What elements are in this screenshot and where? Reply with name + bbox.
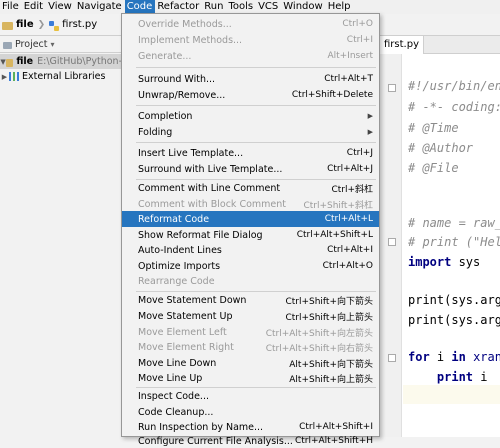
- menu-item-move-statement-up[interactable]: Move Statement Up Ctrl+Shift+向上箭头: [122, 308, 379, 324]
- code-line-2: # -*- coding:: [408, 100, 500, 114]
- menu-item-block-comment[interactable]: Comment with Block Comment Ctrl+Shift+斜杠: [122, 196, 379, 212]
- chevron-right-icon: ❯: [37, 19, 46, 30]
- menu-navigate[interactable]: Navigate: [75, 0, 125, 14]
- project-panel-header[interactable]: Project ▾: [0, 37, 122, 53]
- code-line-10: import sys: [408, 255, 481, 269]
- code-line-13: print(sys.arg: [408, 313, 500, 327]
- menu-item-implement-methods[interactable]: Implement Methods... Ctrl+I: [122, 32, 379, 48]
- code-line-9: # print ("Hel: [408, 235, 500, 249]
- fold-marker-icon[interactable]: [388, 84, 396, 92]
- code-line-16: print i: [436, 370, 488, 384]
- tree-root-name: file: [16, 56, 34, 67]
- tree-item-external-libraries[interactable]: ▶ External Libraries: [0, 69, 122, 84]
- menu-item-auto-indent[interactable]: Auto-Indent Lines Ctrl+Alt+I: [122, 242, 379, 258]
- menu-vcs[interactable]: VCS: [256, 0, 281, 14]
- menu-item-unwrap-remove[interactable]: Unwrap/Remove... Ctrl+Shift+Delete: [122, 87, 379, 103]
- code-line-3: # @Time: [408, 121, 459, 135]
- editor-tab-bar: first.py: [380, 36, 500, 54]
- menu-separator: [136, 142, 376, 143]
- menu-code[interactable]: Code: [124, 0, 156, 14]
- menu-edit[interactable]: Edit: [22, 0, 46, 14]
- code-line-15: for i in xran: [408, 350, 500, 364]
- menu-item-completion[interactable]: Completion ▶: [122, 108, 379, 124]
- menu-window[interactable]: Window: [281, 0, 325, 14]
- menu-item-rearrange-code[interactable]: Rearrange Code: [122, 273, 379, 289]
- project-icon: [3, 42, 12, 49]
- menubar: File Edit View Navigate Code Refactor Ru…: [0, 0, 500, 14]
- project-panel-title: Project: [15, 39, 48, 50]
- folder-icon: [6, 58, 14, 67]
- code-menu-dropdown: Override Methods... Ctrl+O Implement Meth…: [121, 13, 380, 447]
- menu-item-run-inspection[interactable]: Run Inspection by Name... Ctrl+Alt+Shift+…: [122, 419, 379, 435]
- tree-root-path: E:\GitHub\Python-: [37, 56, 122, 67]
- breadcrumb-file[interactable]: first.py: [62, 19, 97, 30]
- chevron-down-icon[interactable]: ▾: [51, 40, 55, 49]
- menu-item-move-statement-down[interactable]: Move Statement Down Ctrl+Shift+向下箭头: [122, 292, 379, 308]
- code-line-1: #!/usr/bin/en: [408, 79, 500, 93]
- tree-libraries-label: External Libraries: [22, 71, 106, 82]
- breadcrumb-folder[interactable]: file: [16, 19, 34, 30]
- fold-marker-icon[interactable]: [388, 354, 396, 362]
- menu-item-move-element-right[interactable]: Move Element Right Ctrl+Alt+Shift+向右箭头: [122, 339, 379, 355]
- current-line-highlight: [403, 385, 500, 404]
- python-file-icon: [49, 20, 60, 31]
- menu-item-surround-live-template[interactable]: Surround with Live Template... Ctrl+Alt+J: [122, 161, 379, 177]
- menu-item-insert-live-template[interactable]: Insert Live Template... Ctrl+J: [122, 145, 379, 161]
- expand-right-icon[interactable]: ▶: [0, 73, 9, 81]
- menu-separator: [136, 105, 376, 106]
- code-line-12: print(sys.arg: [408, 293, 500, 307]
- code-line-4: # @Author: [408, 141, 474, 155]
- menu-run[interactable]: Run: [202, 0, 226, 14]
- menu-item-move-line-up[interactable]: Move Line Up Alt+Shift+向上箭头: [122, 370, 379, 386]
- menu-help[interactable]: Help: [326, 0, 354, 14]
- menu-item-inspect-code[interactable]: Inspect Code...: [122, 388, 379, 404]
- menu-item-code-cleanup[interactable]: Code Cleanup...: [122, 404, 379, 420]
- menu-item-show-reformat-dialog[interactable]: Show Reformat File Dialog Ctrl+Alt+Shift+…: [122, 227, 379, 243]
- code-line-5: # @File: [408, 161, 459, 175]
- code-line-8: # name = raw_: [408, 216, 500, 230]
- menu-refactor[interactable]: Refactor: [155, 0, 202, 14]
- submenu-arrow-icon: ▶: [367, 128, 373, 136]
- menu-view[interactable]: View: [46, 0, 75, 14]
- folder-icon: [2, 21, 13, 30]
- library-icon: [9, 72, 19, 81]
- menu-item-optimize-imports[interactable]: Optimize Imports Ctrl+Alt+O: [122, 258, 379, 274]
- menu-item-move-element-left[interactable]: Move Element Left Ctrl+Alt+Shift+向左箭头: [122, 324, 379, 340]
- menu-item-override-methods[interactable]: Override Methods... Ctrl+O: [122, 16, 379, 32]
- submenu-arrow-icon: ▶: [367, 112, 373, 120]
- menu-item-line-comment[interactable]: Comment with Line Comment Ctrl+斜杠: [122, 180, 379, 196]
- menu-item-configure-analysis[interactable]: Configure Current File Analysis... Ctrl+A…: [122, 434, 379, 448]
- menu-file[interactable]: File: [0, 0, 22, 14]
- menu-tools[interactable]: Tools: [226, 0, 256, 14]
- tree-item-root[interactable]: ▼ file E:\GitHub\Python-: [0, 54, 122, 69]
- project-tree: ▼ file E:\GitHub\Python- ▶ External Libr…: [0, 54, 122, 84]
- fold-marker-icon[interactable]: [388, 238, 396, 246]
- menu-item-surround-with[interactable]: Surround With... Ctrl+Alt+T: [122, 71, 379, 87]
- menu-item-reformat-code[interactable]: Reformat Code Ctrl+Alt+L: [122, 211, 379, 227]
- tab-first-py[interactable]: first.py: [380, 36, 424, 54]
- menu-separator: [136, 67, 376, 68]
- menu-item-move-line-down[interactable]: Move Line Down Alt+Shift+向下箭头: [122, 355, 379, 371]
- menu-item-generate[interactable]: Generate... Alt+Insert: [122, 48, 379, 64]
- menu-item-folding[interactable]: Folding ▶: [122, 124, 379, 140]
